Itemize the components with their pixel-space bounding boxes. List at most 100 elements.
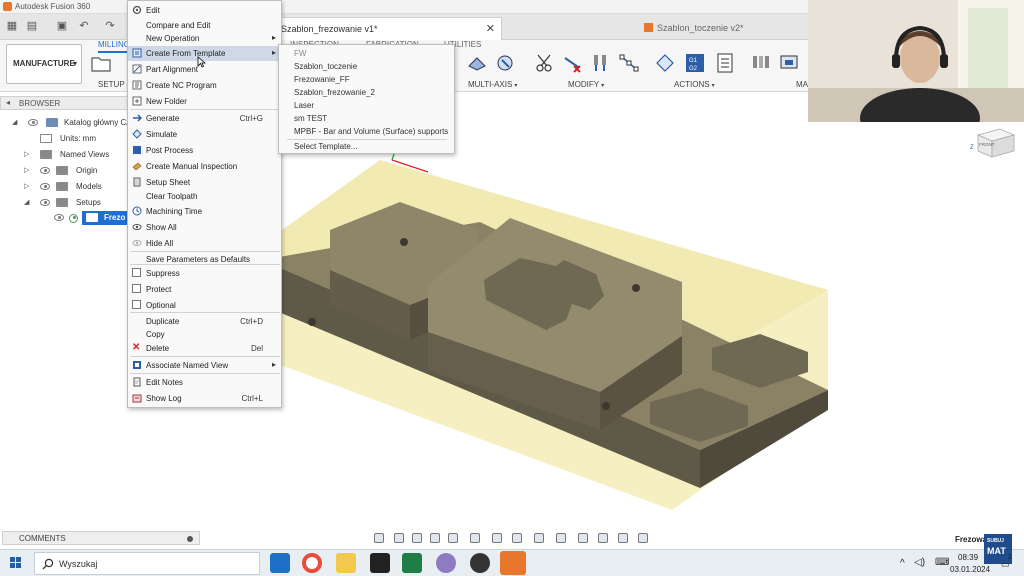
setup-sheet-icon[interactable] [714, 52, 736, 74]
scissors-icon[interactable] [534, 52, 556, 74]
tree-units[interactable]: Units: mm [38, 132, 130, 146]
grid-icon[interactable] [492, 533, 502, 543]
workspace-switcher[interactable]: MANUFACTURE ▾ [6, 44, 82, 84]
simulate-action-icon[interactable] [654, 52, 676, 74]
actions-group-label[interactable]: ACTIONS ▾ [674, 80, 715, 89]
menu-item-delete[interactable]: ✕ Delete Del [128, 341, 281, 356]
template-item-szablon-toczenie[interactable]: Szablon_toczenie [294, 62, 357, 71]
delete-toolpath-icon[interactable] [562, 52, 584, 74]
outlook-app-icon[interactable] [270, 553, 290, 573]
template-item-laser[interactable]: Laser [294, 101, 314, 110]
caret-right-icon[interactable]: ▷ [24, 150, 32, 158]
template-item-szablon-frezowanie-2[interactable]: Szablon_frezowanie_2 [294, 88, 375, 97]
display-settings-icon[interactable] [470, 533, 480, 543]
menu-item-optional[interactable]: Optional [128, 298, 281, 313]
tree-item-origin[interactable]: ▷ Origin [24, 164, 130, 178]
caret-right-icon[interactable]: ▷ [24, 166, 32, 174]
tab-szablon-toczenie[interactable]: Szablon_toczenie v2* [644, 17, 784, 40]
modify-group-label[interactable]: MODIFY ▾ [568, 80, 604, 89]
browser-header[interactable]: ◂ BROWSER [0, 96, 130, 110]
windows-start-icon[interactable] [10, 557, 22, 569]
multiaxis-tool-icon[interactable] [466, 52, 488, 74]
undo-icon[interactable]: ↶ [78, 20, 90, 32]
menu-item-edit-notes[interactable]: Edit Notes [128, 375, 281, 390]
media-app-icon[interactable] [370, 553, 390, 573]
menu-item-clear-toolpath[interactable]: Clear Toolpath [128, 189, 281, 204]
clock-time[interactable]: 08:39 [958, 553, 978, 562]
comments-panel[interactable]: COMMENTS [2, 531, 200, 545]
volume-icon[interactable]: ◁) [914, 557, 925, 568]
fusion360-app-icon[interactable] [500, 551, 526, 575]
setup-visibility[interactable] [52, 211, 82, 225]
zoom-icon[interactable] [430, 533, 440, 543]
clock-date[interactable]: 03.01.2024 [950, 565, 990, 574]
menu-item-suppress[interactable]: Suppress [128, 266, 281, 281]
tree-item-setups[interactable]: ◢ Setups [24, 196, 130, 210]
template-item-frezowanie-ff[interactable]: Frezowanie_FF [294, 75, 350, 84]
menu-item-create-nc-program[interactable]: Create NC Program [128, 78, 281, 93]
machine-library-icon[interactable] [778, 52, 800, 74]
menu-item-show-all[interactable]: Show All [128, 220, 281, 235]
file-icon[interactable]: ▤ [26, 20, 38, 32]
look-at-icon[interactable] [394, 533, 404, 543]
tools-modify-icon[interactable] [590, 52, 612, 74]
caret-right-icon[interactable]: ▷ [24, 182, 32, 190]
close-icon[interactable]: ✕ [486, 22, 495, 35]
keyboard-icon[interactable]: ⌨ [935, 557, 949, 568]
tree-root[interactable]: ◢ Katalog główny CA [12, 116, 132, 130]
object-visibility-icon[interactable] [638, 533, 648, 543]
camera-icon[interactable] [534, 533, 544, 543]
setup-group-label[interactable]: SETUP▾ [98, 80, 130, 89]
eye-icon[interactable] [28, 119, 38, 126]
points-modify-icon[interactable] [618, 52, 640, 74]
template-item-mpbf[interactable]: MPBF - Bar and Volume (Surface) supports [294, 127, 448, 136]
eye-icon[interactable] [40, 199, 50, 206]
menu-item-simulate[interactable]: Simulate [128, 127, 281, 142]
design-app-icon[interactable] [436, 553, 456, 573]
menu-item-machining-time[interactable]: Machining Time [128, 204, 281, 219]
grid-menu-icon[interactable]: ▦ [6, 20, 18, 32]
menu-item-show-log[interactable]: Show Log Ctrl+L [128, 391, 281, 406]
checkbox-icon[interactable] [132, 284, 141, 293]
save-icon[interactable]: ▣ [56, 20, 68, 32]
environment-icon[interactable] [598, 533, 608, 543]
tab-szablon-frezowanie[interactable]: Szablon_frezowanie v1* ✕ [270, 17, 502, 40]
manage-tool-library-icon[interactable] [750, 52, 772, 74]
file-explorer-icon[interactable] [336, 553, 356, 573]
caret-down-icon[interactable]: ◢ [12, 118, 20, 126]
comments-toggle-icon[interactable] [187, 536, 193, 542]
menu-item-generate[interactable]: Generate Ctrl+G [128, 111, 281, 126]
folder-setup-icon[interactable] [90, 52, 112, 74]
multi-axis-group-label[interactable]: MULTI-AXIS ▾ [468, 80, 517, 89]
menu-item-setup-sheet[interactable]: Setup Sheet [128, 175, 281, 190]
select-template-item[interactable]: Select Template... [294, 142, 357, 151]
zoom-window-icon[interactable] [448, 533, 458, 543]
template-item-fw[interactable]: FW [294, 49, 306, 58]
redo-icon[interactable]: ↷ [104, 20, 116, 32]
post-process-g1g2-icon[interactable]: G1 G2 [684, 52, 706, 74]
visual-style-icon[interactable] [578, 533, 588, 543]
menu-item-associate-named-view[interactable]: Associate Named View ▸ [128, 358, 281, 373]
menu-item-create-manual-inspection[interactable]: Create Manual Inspection [128, 159, 281, 174]
caret-down-icon[interactable]: ◢ [24, 198, 32, 206]
chrome-app-icon[interactable] [302, 553, 322, 573]
rotate-icon[interactable] [556, 533, 566, 543]
checkbox-icon[interactable] [132, 268, 141, 277]
menu-item-copy[interactable]: Copy [128, 327, 281, 342]
taskbar-search-box[interactable]: Wyszukaj [34, 552, 260, 575]
pan-hand-icon[interactable] [412, 533, 422, 543]
menu-item-edit[interactable]: Edit [128, 3, 281, 18]
manage-group-label[interactable]: MA [796, 80, 808, 89]
eye-icon[interactable] [40, 167, 50, 174]
eye-icon[interactable] [54, 214, 64, 221]
collapse-icon[interactable]: ◂ [6, 98, 10, 107]
excel-app-icon[interactable] [402, 553, 422, 573]
tree-item-named-views[interactable]: ▷ Named Views [24, 148, 130, 162]
view-cube[interactable]: FRONT Z [970, 125, 1020, 159]
effects-icon[interactable] [618, 533, 628, 543]
checkbox-icon[interactable] [132, 300, 141, 309]
template-item-sm-test[interactable]: sm TEST [294, 114, 327, 123]
menu-item-post-process[interactable]: Post Process [128, 143, 281, 158]
menu-item-new-folder[interactable]: New Folder [128, 94, 281, 109]
menu-item-protect[interactable]: Protect [128, 282, 281, 297]
